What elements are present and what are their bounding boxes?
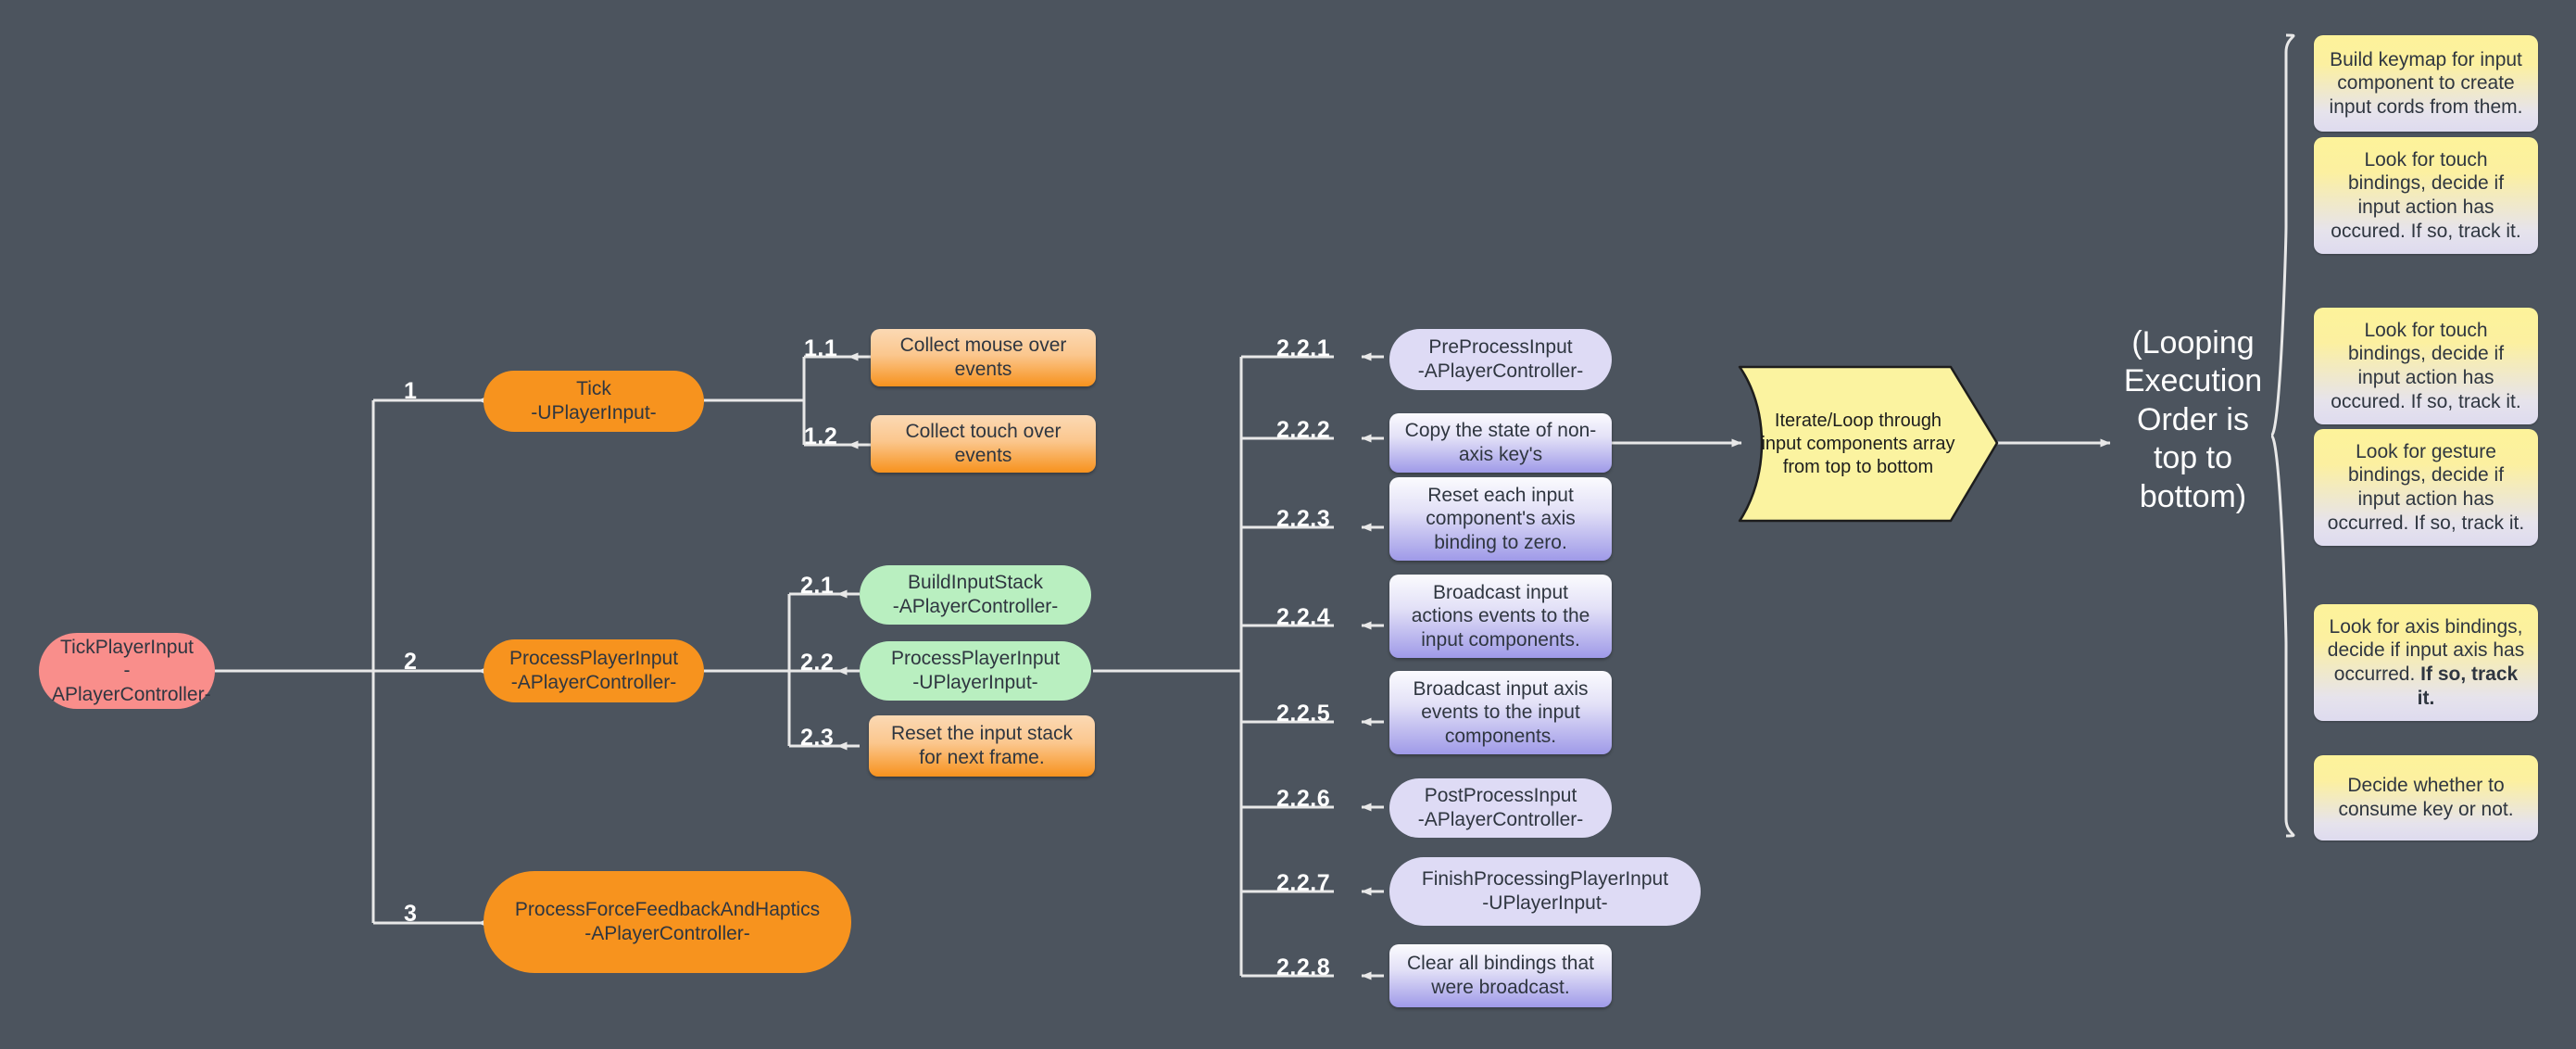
node-line-2: -APlayerController- — [52, 660, 211, 705]
node-label: Broadcast input actions events to the in… — [1411, 581, 1590, 651]
node-line-1: ProcessForceFeedbackAndHaptics — [514, 899, 821, 921]
node-label: PostProcessInput -APlayerController- — [1402, 784, 1599, 831]
node-collect-touch-over-events[interactable]: Collect touch over events — [871, 415, 1096, 473]
node-label: Collect touch over events — [905, 421, 1062, 466]
note-consume-key[interactable]: Decide whether to consume key or not. — [2314, 755, 2538, 840]
node-line-2: -APlayerController- — [510, 672, 677, 693]
node-clear-all-bindings[interactable]: Clear all bindings that were broadcast. — [1389, 944, 1612, 1007]
node-label: TickPlayerInput -APlayerController- — [52, 636, 211, 707]
edge-label-1-1: 1.1 — [804, 335, 838, 361]
node-post-process-input[interactable]: PostProcessInput -APlayerController- — [1389, 778, 1612, 838]
edge-label-2-2: 2.2 — [800, 650, 835, 676]
node-label: Collect mouse over events — [899, 335, 1067, 380]
node-finish-processing-player-input[interactable]: FinishProcessingPlayerInput -UPlayerInpu… — [1389, 857, 1701, 926]
edge-label-2-1: 2.1 — [800, 573, 835, 599]
edge-label-2-2-7: 2.2.7 — [1276, 870, 1331, 896]
node-line-1: ProcessPlayerInput — [890, 648, 1061, 670]
node-label: Tick -UPlayerInput- — [496, 377, 691, 424]
note-gesture-bindings[interactable]: Look for gesture bindings, decide if inp… — [2314, 429, 2538, 546]
node-line-2: -UPlayerInput- — [912, 672, 1038, 693]
node-line-1: ProcessPlayerInput — [509, 648, 679, 670]
note-touch-bindings-2[interactable]: Look for touch bindings, decide if input… — [2314, 308, 2538, 424]
hexagon-label: Iterate/Loop through input components ar… — [1761, 410, 1955, 477]
diagram-canvas: 1 2 3 1.1 1.2 2.1 2.2 2.3 2.2.1 2.2.2 2.… — [0, 0, 2576, 1049]
node-copy-non-axis-key-state[interactable]: Copy the state of non-axis key's — [1389, 413, 1612, 473]
node-line-2: -UPlayerInput- — [1482, 892, 1608, 914]
node-line-1: TickPlayerInput — [60, 636, 194, 658]
node-line-2: -APlayerController- — [1417, 809, 1584, 830]
edge-label-2-2-8: 2.2.8 — [1276, 954, 1331, 980]
node-label: Clear all bindings that were broadcast. — [1407, 953, 1594, 998]
edge-label-1: 1 — [404, 378, 418, 404]
node-line-1: Tick — [576, 378, 611, 400]
node-process-player-input-uplayerinput[interactable]: ProcessPlayerInput -UPlayerInput- — [860, 641, 1091, 701]
node-line-1: PreProcessInput — [1428, 336, 1573, 359]
edge-label-2-2-6: 2.2.6 — [1276, 786, 1331, 812]
edge-label-2-2-1: 2.2.1 — [1276, 335, 1331, 361]
note-build-keymap[interactable]: Build keymap for input component to crea… — [2314, 35, 2538, 132]
node-build-input-stack[interactable]: BuildInputStack -APlayerController- — [860, 565, 1091, 625]
node-line-2: -APlayerController- — [584, 923, 750, 944]
note-text-bold: If so, track it. — [2417, 664, 2519, 709]
node-tick-player-input[interactable]: TickPlayerInput -APlayerController- — [39, 633, 215, 709]
node-line-1: PostProcessInput — [1424, 785, 1577, 807]
node-line-2: -UPlayerInput- — [531, 402, 657, 423]
node-label: FinishProcessingPlayerInput -UPlayerInpu… — [1402, 867, 1688, 915]
edge-label-1-2: 1.2 — [804, 423, 838, 449]
edge-label-3: 3 — [404, 901, 418, 927]
note-label: Decide whether to consume key or not. — [2338, 775, 2514, 820]
node-broadcast-input-axis[interactable]: Broadcast input axis events to the input… — [1389, 671, 1612, 754]
node-iterate-loop-hexagon[interactable]: Iterate/Loop through input components ar… — [1730, 361, 1999, 526]
node-line-1: FinishProcessingPlayerInput — [1421, 868, 1669, 891]
node-broadcast-input-actions[interactable]: Broadcast input actions events to the in… — [1389, 575, 1612, 658]
note-label: Build keymap for input component to crea… — [2329, 48, 2523, 118]
node-label: Broadcast input axis events to the input… — [1413, 677, 1589, 747]
note-axis-bindings[interactable]: Look for axis bindings, decide if input … — [2314, 604, 2538, 721]
node-process-force-feedback-and-haptics[interactable]: ProcessForceFeedbackAndHaptics -APlayerC… — [484, 871, 851, 973]
edge-label-2-2-3: 2.2.3 — [1276, 506, 1331, 532]
note-label: Look for touch bindings, decide if input… — [2331, 319, 2521, 412]
node-label: Reset each input component's axis bindin… — [1426, 484, 1576, 553]
edge-label-2-3: 2.3 — [800, 725, 835, 751]
node-line-2: -APlayerController- — [1417, 360, 1584, 382]
node-tick[interactable]: Tick -UPlayerInput- — [484, 371, 704, 432]
node-label: Reset the input stack for next frame. — [890, 723, 1074, 768]
edge-label-2-2-4: 2.2.4 — [1276, 604, 1331, 630]
edge-label-2-2-2: 2.2.2 — [1276, 417, 1331, 443]
node-process-player-input[interactable]: ProcessPlayerInput -APlayerController- — [484, 639, 704, 702]
node-reset-axis-binding-zero[interactable]: Reset each input component's axis bindin… — [1389, 477, 1612, 561]
node-label: ProcessPlayerInput -UPlayerInput- — [873, 647, 1078, 694]
node-label: ProcessPlayerInput -APlayerController- — [496, 647, 691, 694]
node-line-1: BuildInputStack — [908, 572, 1043, 594]
node-label: PreProcessInput -APlayerController- — [1402, 335, 1599, 383]
node-reset-input-stack[interactable]: Reset the input stack for next frame. — [869, 715, 1095, 777]
node-label: ProcessForceFeedbackAndHaptics -APlayerC… — [496, 898, 838, 945]
note-label: Look for touch bindings, decide if input… — [2331, 148, 2521, 242]
node-collect-mouse-over-events[interactable]: Collect mouse over events — [871, 329, 1096, 386]
edge-label-2-2-5: 2.2.5 — [1276, 701, 1331, 727]
looping-execution-order-caption: (Looping Execution Order is top to botto… — [2123, 325, 2263, 514]
node-pre-process-input[interactable]: PreProcessInput -APlayerController- — [1389, 329, 1612, 390]
note-label: Look for axis bindings, decide if input … — [2327, 615, 2525, 710]
node-label: BuildInputStack -APlayerController- — [873, 571, 1078, 618]
note-touch-bindings-1[interactable]: Look for touch bindings, decide if input… — [2314, 137, 2538, 254]
node-label: Copy the state of non-axis key's — [1404, 420, 1597, 465]
note-label: Look for gesture bindings, decide if inp… — [2327, 440, 2525, 534]
edge-label-2: 2 — [404, 649, 418, 675]
node-line-2: -APlayerController- — [892, 596, 1059, 617]
